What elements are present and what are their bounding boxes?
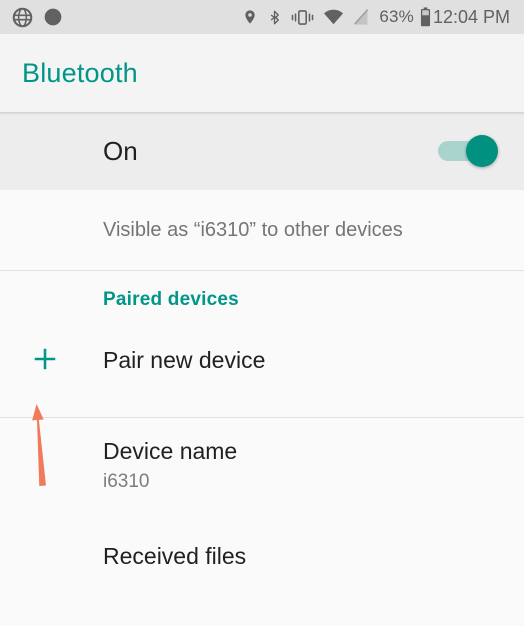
pair-new-device-icon-slot — [22, 345, 103, 378]
switch-thumb — [466, 135, 498, 167]
device-name-body: Device name i6310 — [103, 438, 524, 493]
visibility-row: Visible as “i6310” to other devices — [0, 190, 524, 270]
status-bar-clock: 12:04 PM — [432, 6, 510, 27]
plus-icon — [31, 345, 59, 378]
page-title: Bluetooth — [22, 57, 138, 88]
bluetooth-master-switch-row[interactable]: On — [0, 112, 524, 190]
status-bar-left-icons — [12, 7, 63, 28]
status-bar-right-icons — [242, 7, 370, 28]
circle-dot-icon — [43, 7, 63, 27]
bluetooth-icon — [267, 7, 282, 28]
battery-icon — [420, 7, 431, 27]
status-bar: 63% 12:04 PM — [0, 0, 524, 34]
bluetooth-state-label: On — [103, 135, 138, 166]
bluetooth-toggle-switch[interactable] — [438, 134, 498, 168]
visibility-text: Visible as “i6310” to other devices — [103, 218, 403, 241]
device-name-title: Device name — [103, 438, 238, 465]
paired-devices-header: Paired devices — [0, 271, 524, 329]
received-files-body: Received files — [103, 543, 524, 571]
wifi-icon — [323, 9, 344, 26]
paired-devices-header-text: Paired devices — [103, 289, 239, 310]
device-name-row[interactable]: Device name i6310 — [0, 418, 524, 510]
globe-network-icon — [12, 7, 33, 28]
no-signal-icon — [353, 8, 370, 26]
pair-new-device-label: Pair new device — [103, 347, 266, 374]
app-bar: Bluetooth — [0, 34, 524, 115]
received-files-title: Received files — [103, 543, 247, 570]
location-pin-icon — [242, 7, 258, 27]
vibrate-icon — [291, 8, 314, 27]
spacer-before-divider — [0, 393, 524, 417]
device-name-value: i6310 — [103, 470, 150, 492]
pair-new-device-row[interactable]: Pair new device — [0, 329, 524, 393]
received-files-row[interactable]: Received files — [0, 524, 524, 590]
pair-new-device-body: Pair new device — [103, 347, 524, 375]
battery-percent-text: 63% — [379, 7, 414, 26]
